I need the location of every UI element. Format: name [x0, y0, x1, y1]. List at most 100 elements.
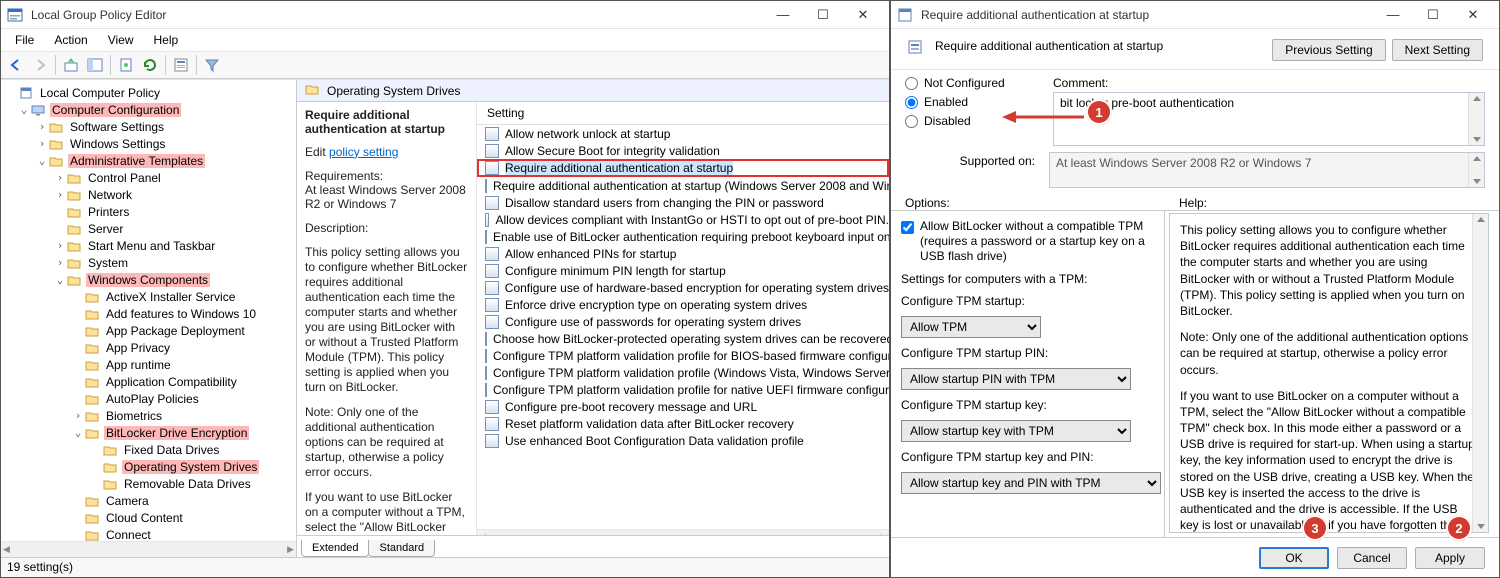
dialog-close-button[interactable]: ✕ — [1453, 1, 1493, 29]
forward-button[interactable] — [29, 54, 51, 76]
menu-view[interactable]: View — [100, 31, 142, 49]
back-button[interactable] — [5, 54, 27, 76]
comment-scrollbar[interactable] — [1468, 93, 1484, 145]
dialog-subtitle: Require additional authentication at sta… — [935, 39, 1264, 53]
setting-item[interactable]: Configure TPM platform validation profil… — [477, 347, 889, 364]
tree-app-package-deployment[interactable]: App Package Deployment — [104, 324, 247, 338]
close-button[interactable]: ✕ — [843, 1, 883, 29]
tpm-section-label: Settings for computers with a TPM: — [901, 272, 1154, 286]
tree-root[interactable]: Local Computer Policy — [38, 86, 162, 100]
tree-add-features[interactable]: Add features to Windows 10 — [104, 307, 258, 321]
tree-printers[interactable]: Printers — [86, 205, 131, 219]
help-text[interactable]: This policy setting allows you to config… — [1169, 213, 1489, 533]
tree-startmenu[interactable]: Start Menu and Taskbar — [86, 239, 217, 253]
tree-autoplay[interactable]: AutoPlay Policies — [104, 392, 201, 406]
properties-button[interactable] — [170, 54, 192, 76]
settings-column-header[interactable]: Setting — [477, 102, 889, 125]
settings-list[interactable]: Setting Allow network unlock at startup … — [477, 102, 889, 535]
allow-without-tpm-input[interactable] — [901, 221, 914, 234]
tab-standard[interactable]: Standard — [368, 540, 435, 557]
tree-admin-templates[interactable]: Administrative Templates — [68, 154, 205, 168]
menu-action[interactable]: Action — [46, 31, 95, 49]
comment-label: Comment: — [1053, 76, 1485, 90]
folder-icon — [85, 528, 101, 542]
radio-enabled[interactable]: Enabled — [905, 95, 1035, 109]
allow-without-tpm-checkbox[interactable]: Allow BitLocker without a compatible TPM… — [901, 219, 1154, 264]
setting-item[interactable]: Choose how BitLocker-protected operating… — [477, 330, 889, 347]
menu-file[interactable]: File — [7, 31, 42, 49]
dialog-minimize-button[interactable]: ― — [1373, 1, 1413, 29]
tree-app-compat[interactable]: Application Compatibility — [104, 375, 239, 389]
tree-server[interactable]: Server — [86, 222, 125, 236]
policy-icon — [485, 417, 499, 431]
setting-item[interactable]: Configure use of hardware-based encrypti… — [477, 279, 889, 296]
setting-item[interactable]: Use enhanced Boot Configuration Data val… — [477, 432, 889, 449]
tree-network[interactable]: Network — [86, 188, 134, 202]
folder-icon — [305, 83, 321, 99]
apply-button[interactable]: Apply — [1415, 547, 1485, 569]
setting-item[interactable]: Require additional authentication at sta… — [477, 177, 889, 194]
supported-scrollbar[interactable] — [1468, 153, 1484, 187]
setting-item[interactable]: Allow enhanced PINs for startup — [477, 245, 889, 262]
tree-os-drives[interactable]: Operating System Drives — [122, 460, 259, 474]
setting-item[interactable]: Allow Secure Boot for integrity validati… — [477, 142, 889, 159]
setting-item[interactable]: Reset platform validation data after Bit… — [477, 415, 889, 432]
setting-item[interactable]: Disallow standard users from changing th… — [477, 194, 889, 211]
maximize-button[interactable]: ☐ — [803, 1, 843, 29]
tree-biometrics[interactable]: Biometrics — [104, 409, 164, 423]
filter-button[interactable] — [201, 54, 223, 76]
tree-hscrollbar[interactable]: ◀▶ — [1, 541, 296, 557]
tree-connect[interactable]: Connect — [104, 528, 153, 542]
tree-windows-settings[interactable]: Windows Settings — [68, 137, 167, 151]
setting-item[interactable]: Allow network unlock at startup — [477, 125, 889, 142]
tree-fixed-data-drives[interactable]: Fixed Data Drives — [122, 443, 221, 457]
setting-item[interactable]: Configure TPM platform validation profil… — [477, 381, 889, 398]
tree-removable-data-drives[interactable]: Removable Data Drives — [122, 477, 253, 491]
dialog-maximize-button[interactable]: ☐ — [1413, 1, 1453, 29]
setting-item[interactable]: Configure minimum PIN length for startup — [477, 262, 889, 279]
setting-item[interactable]: Enable use of BitLocker authentication r… — [477, 228, 889, 245]
tree-windows-components[interactable]: Windows Components — [86, 273, 210, 287]
requirements-text: At least Windows Server 2008 R2 or Windo… — [305, 183, 468, 211]
cfg-key-label: Configure TPM startup key: — [901, 398, 1154, 412]
help-scrollbar[interactable] — [1472, 214, 1488, 532]
setting-item[interactable]: Configure pre-boot recovery message and … — [477, 398, 889, 415]
tree-camera[interactable]: Camera — [104, 494, 151, 508]
setting-item[interactable]: Allow devices compliant with InstantGo o… — [477, 211, 889, 228]
cfg-pin-select[interactable]: Allow startup PIN with TPM — [901, 368, 1131, 390]
minimize-button[interactable]: ― — [763, 1, 803, 29]
tree-computer-configuration[interactable]: Computer Configuration — [50, 103, 181, 117]
menu-help[interactable]: Help — [146, 31, 187, 49]
cfg-key-select[interactable]: Allow startup key with TPM — [901, 420, 1131, 442]
export-button[interactable] — [115, 54, 137, 76]
tree-bitlocker[interactable]: BitLocker Drive Encryption — [104, 426, 249, 440]
cfg-keypin-select[interactable]: Allow startup key and PIN with TPM — [901, 472, 1161, 494]
tree-activex[interactable]: ActiveX Installer Service — [104, 290, 237, 304]
ok-button[interactable]: OK — [1259, 547, 1329, 569]
setting-item[interactable]: Enforce drive encryption type on operati… — [477, 296, 889, 313]
up-button[interactable] — [60, 54, 82, 76]
tree-app-privacy[interactable]: App Privacy — [104, 341, 172, 355]
gpedit-tree[interactable]: Local Computer Policy ⌄Computer Configur… — [1, 80, 297, 557]
tree-system[interactable]: System — [86, 256, 130, 270]
show-hide-tree-button[interactable] — [84, 54, 106, 76]
radio-disabled[interactable]: Disabled — [905, 114, 1035, 128]
details-tabs: Extended Standard — [297, 535, 889, 557]
policy-icon — [485, 298, 499, 312]
cancel-button[interactable]: Cancel — [1337, 547, 1407, 569]
tree-control-panel[interactable]: Control Panel — [86, 171, 163, 185]
setting-item[interactable]: Configure TPM platform validation profil… — [477, 364, 889, 381]
tree-app-runtime[interactable]: App runtime — [104, 358, 173, 372]
tree-software-settings[interactable]: Software Settings — [68, 120, 166, 134]
policy-setting-link[interactable]: policy setting — [329, 145, 398, 159]
tree-cloud-content[interactable]: Cloud Content — [104, 511, 185, 525]
previous-setting-button[interactable]: Previous Setting — [1272, 39, 1385, 61]
setting-item-selected[interactable]: Require additional authentication at sta… — [477, 159, 889, 177]
refresh-button[interactable] — [139, 54, 161, 76]
comment-textarea[interactable]: bit locker pre-boot authentication — [1053, 92, 1485, 146]
radio-not-configured[interactable]: Not Configured — [905, 76, 1035, 90]
cfg-tpm-select[interactable]: Allow TPM — [901, 316, 1041, 338]
next-setting-button[interactable]: Next Setting — [1392, 39, 1483, 61]
setting-item[interactable]: Configure use of passwords for operating… — [477, 313, 889, 330]
tab-extended[interactable]: Extended — [301, 540, 369, 557]
